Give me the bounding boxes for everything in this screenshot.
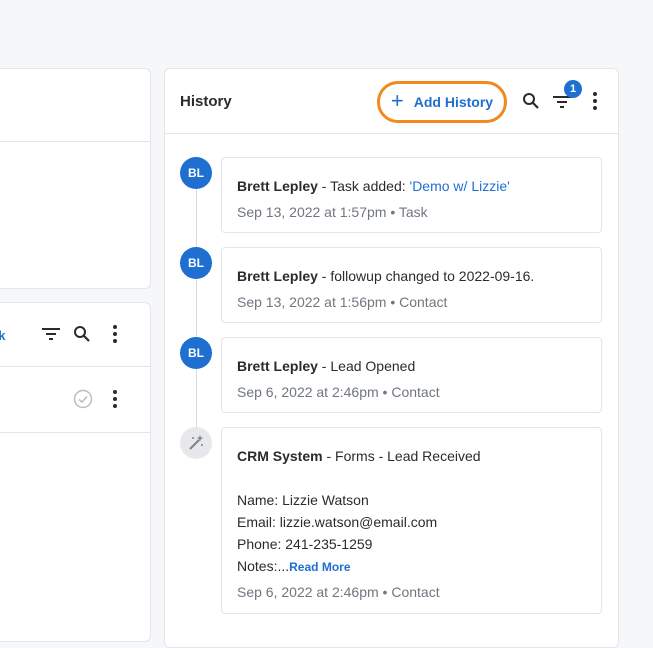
- lead-phone: Phone: 241-235-1259: [237, 536, 373, 552]
- read-more-link[interactable]: Read More: [289, 560, 350, 574]
- entry-meta: Sep 6, 2022 at 2:46pm • Contact: [237, 384, 440, 400]
- panel-divider: [0, 432, 150, 433]
- add-history-label: Add History: [413, 94, 494, 110]
- left-tasks-panel: sk: [0, 302, 151, 642]
- entry-summary: CRM System - Forms - Lead Received: [237, 448, 481, 464]
- entry-author: Brett Lepley: [237, 358, 318, 374]
- add-task-link[interactable]: sk: [0, 328, 5, 343]
- entry-text: Task added:: [330, 178, 410, 194]
- entry-text: Forms - Lead Received: [335, 448, 481, 464]
- panel-divider: [0, 366, 150, 367]
- entry-author: Brett Lepley: [237, 268, 318, 284]
- entry-body: Name: Lizzie Watson Email: lizzie.watson…: [237, 489, 437, 578]
- task-name-link[interactable]: 'Demo w/ Lizzie': [410, 178, 510, 194]
- entry-text: followup changed to 2022-09-16.: [330, 268, 535, 284]
- entry-summary: Brett Lepley - Lead Opened: [237, 358, 416, 374]
- history-header: History + Add History: [165, 69, 618, 134]
- lead-name: Name: Lizzie Watson: [237, 492, 369, 508]
- entry-author: CRM System: [237, 448, 323, 464]
- history-entry: CRM System - Forms - Lead Received Name:…: [221, 427, 602, 614]
- lead-notes: Notes:...Read More: [237, 558, 351, 574]
- entry-text: Lead Opened: [330, 358, 416, 374]
- history-entry: Brett Lepley - Lead Opened Sep 6, 2022 a…: [221, 337, 602, 413]
- entry-author: Brett Lepley: [237, 178, 318, 194]
- left-top-panel: [0, 68, 151, 289]
- search-icon[interactable]: [520, 90, 542, 112]
- plus-icon: +: [390, 88, 404, 113]
- add-history-button[interactable]: + Add History: [377, 81, 507, 123]
- entry-summary: Brett Lepley - followup changed to 2022-…: [237, 268, 535, 284]
- magic-wand-icon: [180, 427, 212, 459]
- timeline-line: [196, 185, 197, 435]
- avatar: BL: [180, 157, 212, 189]
- history-title: History: [180, 93, 232, 110]
- more-options-icon[interactable]: [104, 323, 126, 345]
- search-icon[interactable]: [71, 323, 93, 345]
- filter-count-badge: 1: [564, 80, 582, 98]
- filter-icon[interactable]: [40, 323, 62, 345]
- avatar: BL: [180, 247, 212, 279]
- history-entry: Brett Lepley - followup changed to 2022-…: [221, 247, 602, 323]
- history-entry: Brett Lepley - Task added: 'Demo w/ Lizz…: [221, 157, 602, 233]
- more-options-icon[interactable]: [584, 90, 606, 112]
- entry-meta: Sep 6, 2022 at 2:46pm • Contact: [237, 584, 440, 600]
- avatar: BL: [180, 337, 212, 369]
- entry-meta: Sep 13, 2022 at 1:57pm • Task: [237, 204, 428, 220]
- task-more-icon[interactable]: [104, 388, 126, 410]
- lead-email: Email: lizzie.watson@email.com: [237, 514, 438, 530]
- panel-divider: [0, 141, 150, 142]
- entry-meta: Sep 13, 2022 at 1:56pm • Contact: [237, 294, 448, 310]
- complete-check-icon[interactable]: [72, 388, 94, 410]
- entry-summary: Brett Lepley - Task added: 'Demo w/ Lizz…: [237, 178, 510, 194]
